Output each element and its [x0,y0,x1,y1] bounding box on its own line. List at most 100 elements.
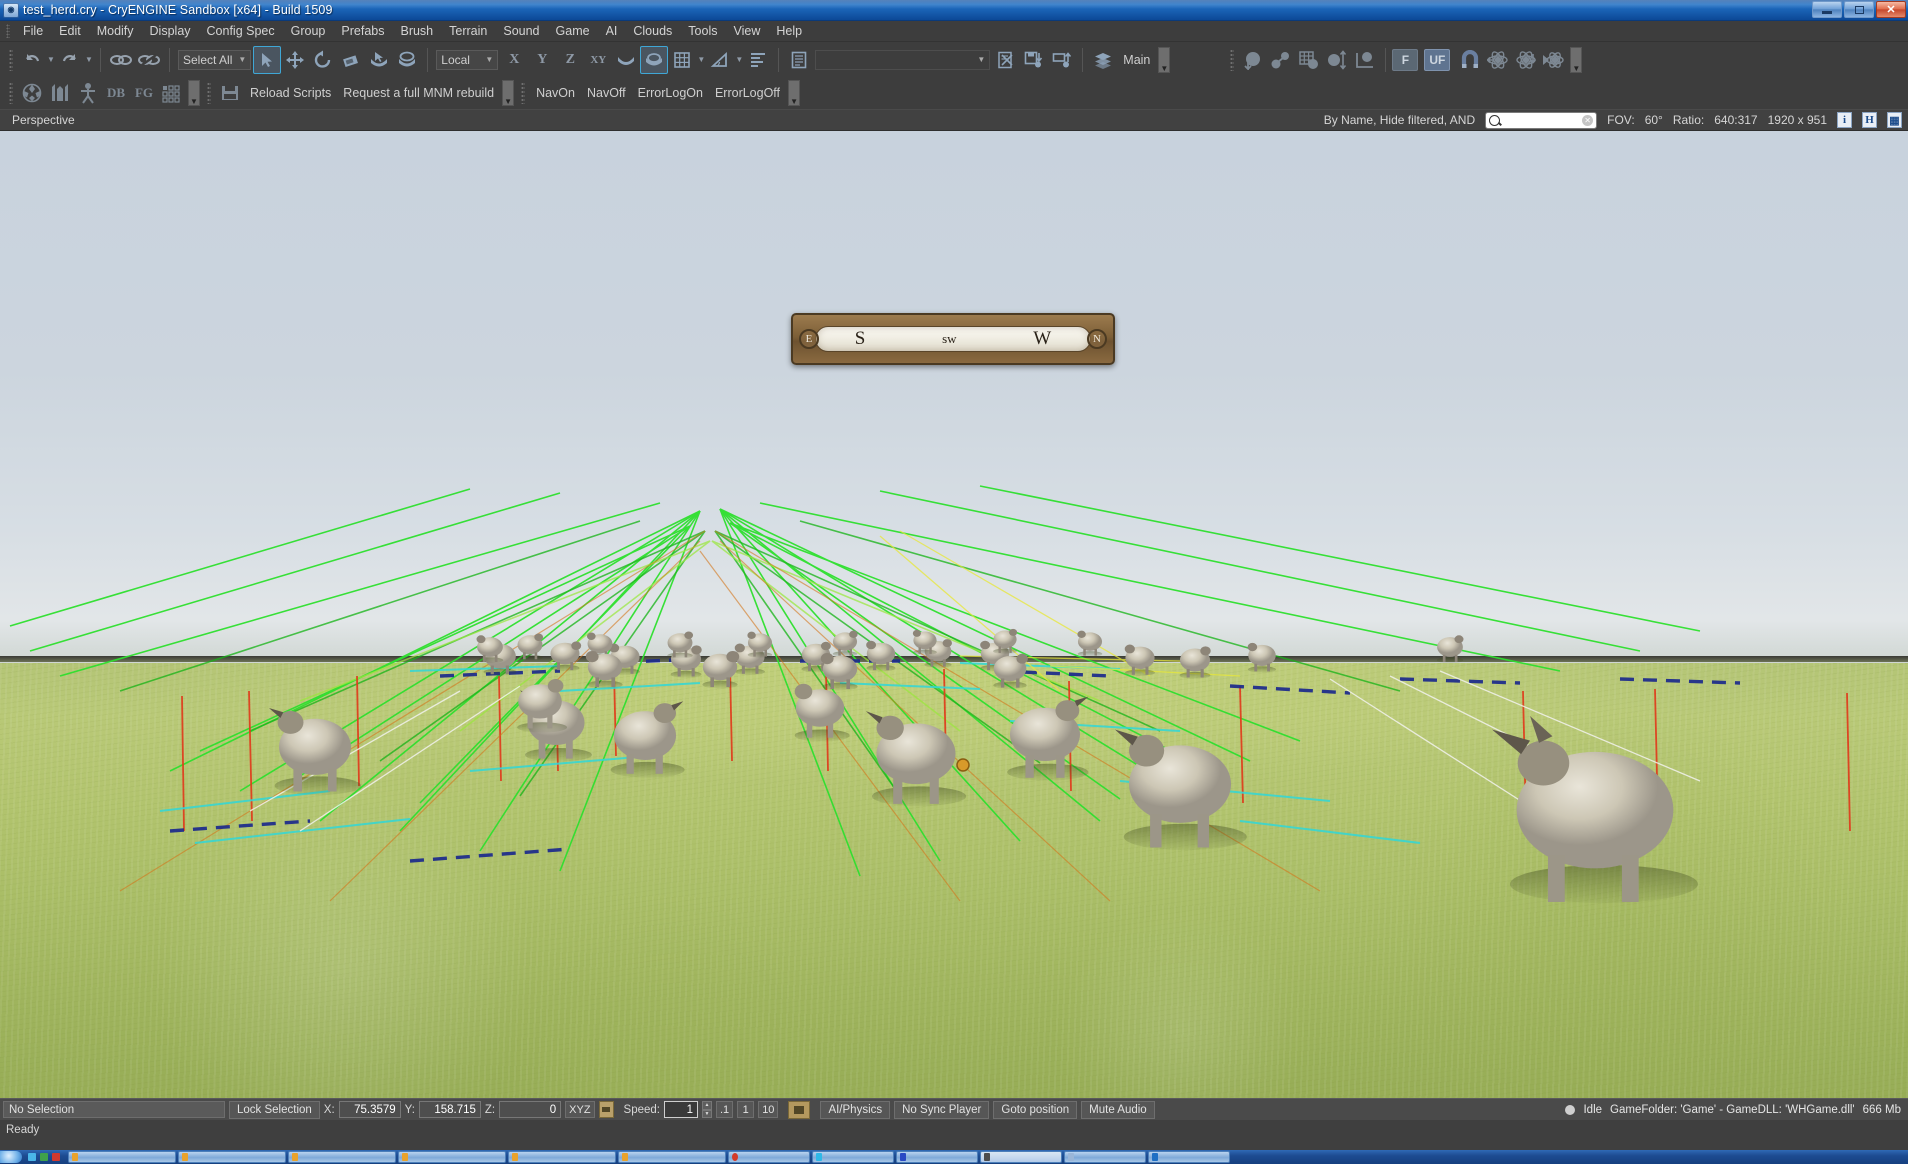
export-to-engine-button[interactable] [1048,46,1076,74]
filter-badge-button[interactable]: F [1392,49,1418,71]
menu-game[interactable]: Game [548,22,598,40]
particle-play-icon[interactable] [1540,46,1568,74]
menu-sound[interactable]: Sound [495,22,547,40]
speed-preset-point1[interactable]: .1 [716,1101,733,1118]
move-tool-button[interactable] [281,46,309,74]
start-button[interactable] [0,1151,22,1163]
display-toggle-icon[interactable]: ▦ [1887,112,1902,128]
scripts-toolbar-grip[interactable] [207,82,211,104]
perspective-viewport[interactable]: E S sw W N [0,131,1908,1098]
ragdoll-icon[interactable] [1267,46,1295,74]
mute-audio-button[interactable]: Mute Audio [1081,1101,1155,1119]
terrain-follow-icon[interactable] [788,1101,810,1119]
taskbar-item[interactable] [1148,1151,1230,1163]
speed-spinner[interactable]: ▲▼ [702,1101,712,1118]
nav-toolbar-grip[interactable] [521,82,525,104]
reload-scripts-button[interactable]: Reload Scripts [244,84,337,102]
right-toolbar-grip[interactable] [1230,49,1234,71]
quicklaunch-icon-1[interactable] [28,1153,36,1161]
x-value-field[interactable]: 75.3579 [339,1101,401,1118]
grid-icon[interactable] [158,79,186,107]
taskbar-item[interactable] [508,1151,616,1163]
object-scale-icon[interactable] [1323,46,1351,74]
ai-debug-icon[interactable] [18,79,46,107]
taskbar-item[interactable] [68,1151,176,1163]
menu-group[interactable]: Group [283,22,334,40]
unlink-icon[interactable] [135,46,163,74]
particle-prev-icon[interactable] [1484,46,1512,74]
taskbar-item[interactable] [812,1151,894,1163]
ai-toolbar-grip[interactable] [9,82,13,104]
quicklaunch-icon-3[interactable] [52,1153,60,1161]
clear-search-icon[interactable]: ✕ [1582,115,1593,126]
angle-snap-dropdown-icon[interactable]: ▼ [734,46,744,74]
ai-physics-button[interactable]: AI/Physics [820,1101,890,1119]
menu-display[interactable]: Display [142,22,199,40]
lock-selection-button[interactable]: Lock Selection [229,1101,320,1119]
material-combo[interactable]: ▼ [815,50,990,70]
ai-navigation-icon[interactable] [46,79,74,107]
flowgraph-button[interactable]: FG [130,79,158,107]
undo-dropdown-icon[interactable]: ▼ [46,46,56,74]
coordinate-system-combo[interactable]: Local ▼ [436,50,498,70]
grid-snap-button[interactable] [668,46,696,74]
constrain-x-button[interactable]: X [500,46,528,74]
constrain-y-button[interactable]: Y [528,46,556,74]
menu-tools[interactable]: Tools [680,22,725,40]
speed-preset-10[interactable]: 10 [758,1101,778,1118]
y-value-field[interactable]: 158.715 [419,1101,481,1118]
nav-toolbar-overflow-button[interactable]: ▼ [788,80,800,106]
errorlogon-button[interactable]: ErrorLogOn [632,84,709,102]
minimize-button[interactable] [1812,1,1842,18]
menu-modify[interactable]: Modify [89,22,142,40]
menu-terrain[interactable]: Terrain [441,22,495,40]
database-view-button[interactable]: DB [102,79,130,107]
quicklaunch-icon-2[interactable] [40,1153,48,1161]
menu-help[interactable]: Help [768,22,810,40]
goto-selection-button[interactable] [992,46,1020,74]
errorlogoff-button[interactable]: ErrorLogOff [709,84,786,102]
menu-config-spec[interactable]: Config Spec [199,22,283,40]
xyz-toggle-button[interactable]: XYZ [565,1101,594,1118]
search-input[interactable]: ✕ [1485,112,1597,129]
select-terrain-button[interactable] [365,46,393,74]
menu-file[interactable]: File [15,22,51,40]
taskbar-item[interactable] [618,1151,726,1163]
rotate-tool-button[interactable] [309,46,337,74]
select-mode-button[interactable] [253,46,281,74]
menu-ai[interactable]: AI [598,22,626,40]
speed-preset-1[interactable]: 1 [737,1101,754,1118]
helpers-toggle-button[interactable]: H [1862,112,1877,128]
undo-button[interactable] [18,46,46,74]
grid-physics-icon[interactable] [1295,46,1323,74]
lock-icon[interactable] [599,1101,614,1118]
system-tray[interactable] [1788,1150,1908,1164]
save-level-resources-button[interactable] [1020,46,1048,74]
select-objects-terrain-button[interactable] [393,46,421,74]
toolbar-overflow-button[interactable]: ▼ [1158,47,1170,73]
scripts-toolbar-overflow-button[interactable]: ▼ [502,80,514,106]
goto-position-button[interactable]: Goto position [993,1101,1077,1119]
navoff-button[interactable]: NavOff [581,84,632,102]
character-editor-icon[interactable] [74,79,102,107]
redo-button[interactable] [56,46,84,74]
constrain-z-button[interactable]: Z [556,46,584,74]
uf-badge-button[interactable]: UF [1424,49,1450,71]
redo-dropdown-icon[interactable]: ▼ [84,46,94,74]
menu-prefabs[interactable]: Prefabs [333,22,392,40]
maximize-button[interactable] [1844,1,1874,18]
grid-snap-dropdown-icon[interactable]: ▼ [696,46,706,74]
no-sync-player-button[interactable]: No Sync Player [894,1101,989,1119]
magnet-icon[interactable] [1456,46,1484,74]
navon-button[interactable]: NavOn [530,84,581,102]
menu-brush[interactable]: Brush [392,22,441,40]
ai-toolbar-overflow-button[interactable]: ▼ [188,80,200,106]
save-icon[interactable] [216,79,244,107]
z-value-field[interactable]: 0 [499,1101,561,1118]
constrain-terrain-objects-button[interactable] [640,46,668,74]
link-icon[interactable] [107,46,135,74]
request-mnm-rebuild-button[interactable]: Request a full MNM rebuild [337,84,500,102]
material-list-icon[interactable] [785,46,813,74]
info-toggle-button[interactable]: i [1837,112,1852,128]
taskbar-item[interactable] [398,1151,506,1163]
